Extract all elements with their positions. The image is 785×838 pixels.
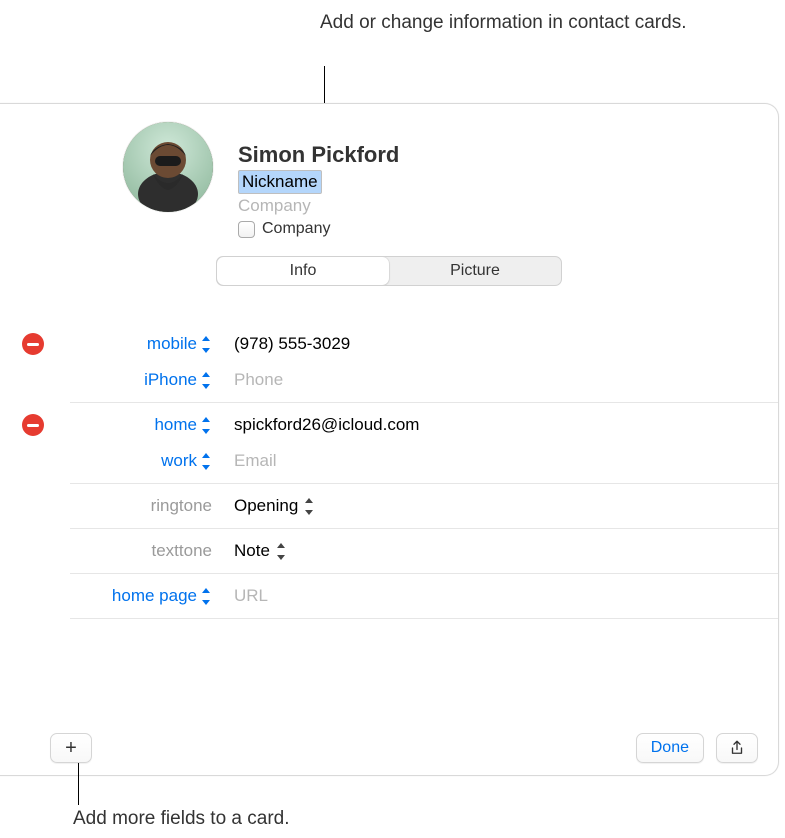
field-row: texttone Note [0, 533, 778, 569]
field-row: iPhone Phone [0, 362, 778, 398]
field-label-select[interactable]: iPhone [144, 370, 197, 390]
footer: + Done [0, 721, 778, 775]
field-label: ringtone [151, 496, 212, 516]
callout-line-bottom [78, 763, 79, 805]
stepper-icon[interactable] [201, 453, 212, 470]
field-value[interactable]: (978) 555-3029 [220, 334, 756, 354]
tab-picture[interactable]: Picture [389, 257, 561, 285]
stepper-icon[interactable] [276, 543, 287, 560]
fields-list: mobile (978) 555-3029 iPhone Phone home [0, 326, 778, 619]
company-checkbox[interactable] [238, 221, 255, 238]
stepper-icon[interactable] [201, 417, 212, 434]
callout-bottom: Add more fields to a card. [73, 808, 290, 830]
stepper-icon[interactable] [304, 498, 315, 515]
share-icon [728, 739, 746, 757]
field-row: home page URL [0, 578, 778, 614]
remove-icon[interactable] [22, 414, 44, 436]
email-group: home spickford26@icloud.com work Email [0, 407, 778, 479]
field-value[interactable]: URL [220, 586, 756, 606]
company-field[interactable]: Company [238, 196, 758, 216]
field-row: mobile (978) 555-3029 [0, 326, 778, 362]
divider [70, 402, 778, 403]
field-value[interactable]: Phone [220, 370, 756, 390]
tab-info[interactable]: Info [217, 257, 389, 285]
field-label-select[interactable]: work [161, 451, 197, 471]
texttone-select[interactable]: Note [220, 541, 756, 561]
divider [70, 528, 778, 529]
nickname-field[interactable]: Nickname [238, 170, 322, 194]
ringtone-select[interactable]: Opening [220, 496, 756, 516]
field-label-select[interactable]: home page [112, 586, 197, 606]
add-field-button[interactable]: + [50, 733, 92, 763]
remove-icon[interactable] [22, 333, 44, 355]
phone-group: mobile (978) 555-3029 iPhone Phone [0, 326, 778, 398]
divider [70, 573, 778, 574]
field-value[interactable]: spickford26@icloud.com [220, 415, 756, 435]
avatar[interactable] [123, 122, 213, 212]
share-button[interactable] [716, 733, 758, 763]
stepper-icon[interactable] [201, 336, 212, 353]
callout-top: Add or change information in contact car… [320, 10, 686, 36]
plus-icon: + [65, 738, 77, 758]
contact-card: Simon Pickford Nickname Company Company … [0, 103, 779, 776]
info-picture-tabs: Info Picture [216, 256, 562, 286]
field-row: ringtone Opening [0, 488, 778, 524]
field-label-select[interactable]: home [154, 415, 197, 435]
card-header: Simon Pickford Nickname Company Company … [0, 104, 778, 302]
field-row: work Email [0, 443, 778, 479]
field-label-select[interactable]: mobile [147, 334, 197, 354]
stepper-icon[interactable] [201, 588, 212, 605]
company-checkbox-label: Company [262, 220, 330, 238]
divider [70, 483, 778, 484]
divider [70, 618, 778, 619]
done-button[interactable]: Done [636, 733, 704, 763]
field-label: texttone [152, 541, 213, 561]
contact-name[interactable]: Simon Pickford [238, 142, 758, 168]
field-row: home spickford26@icloud.com [0, 407, 778, 443]
stepper-icon[interactable] [201, 372, 212, 389]
field-value[interactable]: Email [220, 451, 756, 471]
